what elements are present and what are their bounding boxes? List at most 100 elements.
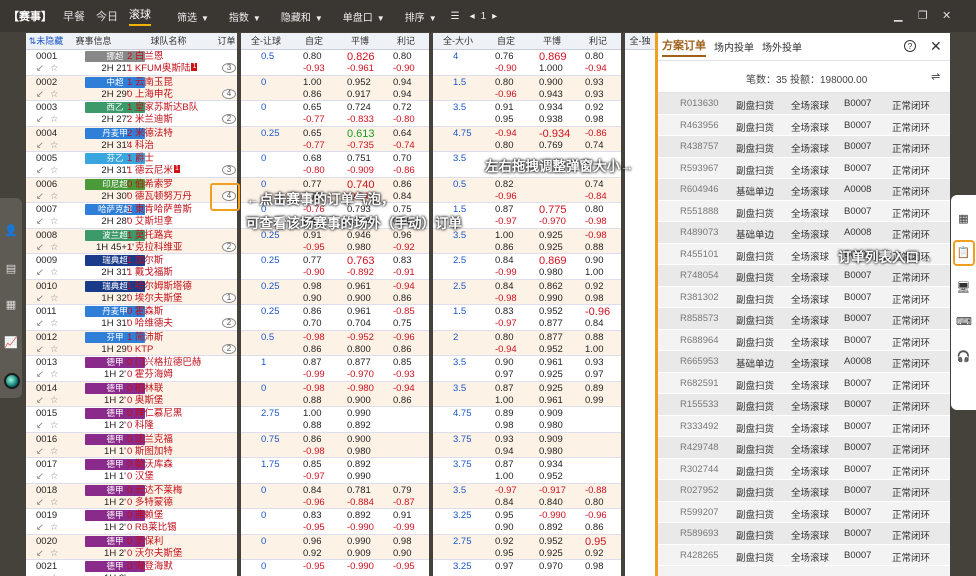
order-row[interactable]: R333492 副盘扫货 全场滚球 B0007 正常闭环 — [658, 416, 950, 437]
odds-cell[interactable]: -0.94 — [393, 281, 415, 293]
odds-cell[interactable]: 0.952 — [539, 536, 563, 548]
odds-cell[interactable]: 0.92 — [585, 102, 604, 114]
odds-cell[interactable]: -0.892 — [347, 267, 374, 279]
odds-cell[interactable]: 0.980 — [347, 446, 371, 458]
odds-cell[interactable]: -0.86 — [393, 165, 415, 177]
star-icon[interactable]: ☆ — [50, 216, 59, 228]
odds-cell[interactable]: 0.74 — [585, 140, 604, 152]
table-row[interactable]: 0003 ↙ ☆ 西乙 2H 27' 1 皇家苏斯达B队 2 米兰迪斯 2 — [26, 101, 237, 127]
odds-cell[interactable]: 0.64 — [393, 128, 412, 140]
odds-cell[interactable]: 0.86 — [393, 179, 412, 191]
odds-cell[interactable]: -0.95 — [393, 561, 415, 573]
odds-cell[interactable]: 0.72 — [393, 102, 412, 114]
odds-cell[interactable]: -0.94 — [495, 128, 517, 140]
odds-cell[interactable]: -0.97 — [495, 485, 517, 497]
order-bubble[interactable]: 3 — [222, 63, 236, 73]
order-row[interactable]: R748054 副盘扫货 全场滚球 B0007 正常闭环 — [658, 265, 950, 287]
odds-cell[interactable]: -0.96 — [393, 332, 415, 344]
odds-cell[interactable]: 0.97 — [495, 369, 514, 381]
odds-cell[interactable]: -0.84 — [585, 191, 607, 203]
odds-cell[interactable]: 0.900 — [539, 77, 563, 89]
settings-sliders-icon[interactable]: ☰ — [451, 11, 460, 22]
odds-cell[interactable]: -0.94 — [585, 63, 607, 75]
order-row[interactable]: R463956 副盘扫货 全场滚球 B0007 正常闭环 — [658, 115, 950, 136]
odds-cell[interactable]: 0.65 — [303, 102, 322, 114]
odds-cell[interactable]: 0.763 — [347, 255, 375, 267]
minimize-icon[interactable]: ▁ — [894, 9, 902, 22]
star-icon[interactable]: ☆ — [50, 471, 59, 483]
expand-icon[interactable]: ↙ — [36, 63, 44, 75]
odds-cell[interactable]: -0.96 — [585, 306, 610, 318]
odds-cell[interactable]: 0.934 — [539, 102, 563, 114]
odds-cell[interactable]: 1.00 — [303, 408, 322, 420]
odds-cell[interactable]: -0.980 — [347, 383, 374, 395]
table-row[interactable]: 0019 ↙ ☆ 德甲 1H 2' 0 弗赖堡 0 RB莱比锡 — [26, 509, 237, 535]
odds-cell[interactable]: 0.80 — [495, 77, 514, 89]
order-row[interactable]: R013630 副盘扫货 全场滚球 B0007 正常闭环 — [658, 93, 950, 115]
odds-cell[interactable]: 0.990 — [347, 536, 371, 548]
odds-cell[interactable]: 1.000 — [539, 63, 563, 75]
odds-cell[interactable]: 0.900 — [347, 434, 371, 446]
odds-cell[interactable]: 0.862 — [539, 281, 563, 293]
odds-cell[interactable]: 0.925 — [539, 548, 563, 560]
odds-cell[interactable]: 0.934 — [539, 459, 563, 471]
odds-cell[interactable]: 0.86 — [585, 522, 604, 534]
odds-cell[interactable]: 0.87 — [495, 204, 514, 216]
odds-cell[interactable]: -0.85 — [393, 306, 415, 318]
order-row[interactable]: R858573 副盘扫货 全场滚球 B0007 正常闭环 — [658, 308, 950, 330]
order-row[interactable]: R381302 副盘扫货 全场滚球 B0007 正常闭环 — [658, 287, 950, 308]
odds-cell[interactable]: 0.89 — [495, 408, 514, 420]
odds-cell[interactable]: 0.769 — [539, 140, 563, 152]
odds-cell[interactable]: 0.892 — [347, 420, 371, 432]
odds-cell[interactable]: 0.84 — [495, 281, 514, 293]
odds-cell[interactable]: -0.95 — [303, 561, 325, 573]
server-icon[interactable]: ▤ — [4, 262, 18, 276]
expand-icon[interactable]: ↙ — [36, 395, 44, 407]
odds-cell[interactable]: -0.952 — [347, 332, 374, 344]
odds-cell[interactable]: 0.84 — [495, 255, 514, 267]
odds-cell[interactable]: 0.840 — [539, 497, 563, 509]
odds-cell[interactable]: 0.88 — [303, 420, 322, 432]
odds-cell[interactable]: -0.88 — [585, 485, 607, 497]
order-row[interactable]: R302744 副盘扫货 全场滚球 B0007 正常闭环 — [658, 459, 950, 480]
odds-cell[interactable]: 0.79 — [393, 485, 412, 497]
filter-menu[interactable]: 筛选 ▼ — [177, 9, 209, 24]
expand-icon[interactable]: ↙ — [36, 548, 44, 560]
help-icon[interactable]: ? — [904, 40, 916, 52]
table-row[interactable]: 0009 ↙ ☆ 瑞典超 2H 31' 1 加尔斯 1 戴戈福斯 — [26, 254, 237, 280]
app-logo-icon[interactable] — [4, 373, 20, 389]
order-bubble[interactable]: 3 — [222, 165, 236, 175]
table-row[interactable]: 0015 ↙ ☆ 德甲 1H 2' 0 拜仁慕尼黑 0 科隆 — [26, 407, 237, 433]
odds-cell[interactable]: 0.88 — [585, 332, 604, 344]
star-icon[interactable]: ☆ — [50, 522, 59, 534]
odds-cell[interactable]: 1.00 — [495, 471, 514, 483]
star-icon[interactable]: ☆ — [50, 548, 59, 560]
odds-cell[interactable]: 0.980 — [347, 242, 371, 254]
odds-cell[interactable]: 0.87 — [303, 357, 322, 369]
odds-cell[interactable]: 0.94 — [393, 77, 412, 89]
odds-cell[interactable]: -0.97 — [495, 318, 517, 330]
odds-cell[interactable]: -0.90 — [303, 267, 325, 279]
odds-cell[interactable]: -0.98 — [303, 446, 325, 458]
odds-cell[interactable]: -0.95 — [303, 242, 325, 254]
odds-cell[interactable]: 0.86 — [303, 89, 322, 101]
odds-cell[interactable]: -0.87 — [393, 497, 415, 509]
table-row[interactable]: 0013 ↙ ☆ 德甲 1H 2' 0 门兴格拉德巴赫 0 霍芬海姆 — [26, 356, 237, 382]
expand-icon[interactable]: ↙ — [36, 420, 44, 432]
odds-cell[interactable]: -0.961 — [347, 63, 374, 75]
odds-cell[interactable]: 0.92 — [585, 281, 604, 293]
odds-cell[interactable]: 0.980 — [539, 446, 563, 458]
odds-cell[interactable]: 0.93 — [495, 434, 514, 446]
odds-cell[interactable]: 0.86 — [393, 293, 412, 305]
expand-icon[interactable]: ↙ — [36, 293, 44, 305]
odds-cell[interactable]: -0.86 — [585, 128, 607, 140]
odds-cell[interactable]: 0.909 — [539, 434, 563, 446]
star-icon[interactable]: ☆ — [50, 89, 59, 101]
odds-cell[interactable]: -0.98 — [585, 230, 607, 242]
odds-cell[interactable]: 0.80 — [495, 140, 514, 152]
odds-cell[interactable]: 0.92 — [495, 536, 514, 548]
star-icon[interactable]: ☆ — [50, 344, 59, 356]
odds-cell[interactable]: 0.95 — [495, 114, 514, 126]
odds-cell[interactable]: 0.826 — [347, 51, 375, 63]
odds-cell[interactable]: 0.775 — [539, 204, 567, 216]
